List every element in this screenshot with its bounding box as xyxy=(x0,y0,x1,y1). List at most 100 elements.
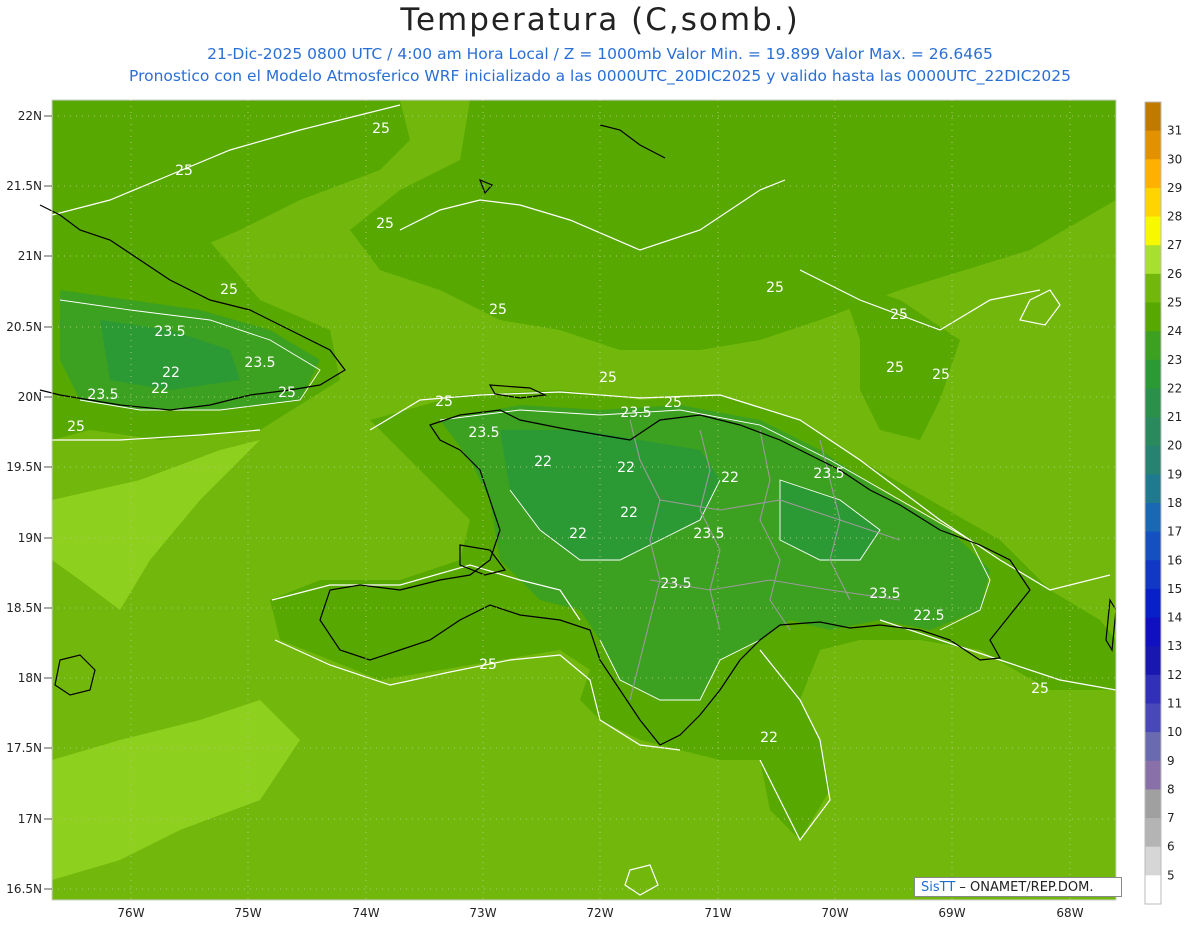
lat-label: 22N xyxy=(18,109,42,123)
contour-label: 25 xyxy=(489,302,507,318)
colorbar-swatch xyxy=(1145,503,1161,533)
colorbar-level-label: 17 xyxy=(1167,525,1182,539)
lon-label: 68W xyxy=(1056,906,1083,920)
lat-label: 17.5N xyxy=(6,741,42,755)
contour-label: 23.5 xyxy=(813,466,844,482)
colorbar-level-label: 26 xyxy=(1167,267,1182,281)
contour-label: 22 xyxy=(617,460,635,476)
colorbar-swatch xyxy=(1145,417,1161,447)
lat-label: 20N xyxy=(18,390,42,404)
colorbar-level-label: 21 xyxy=(1167,410,1182,424)
colorbar-swatch xyxy=(1145,159,1161,189)
contour-label: 25 xyxy=(67,419,85,435)
credit-label: SisTT – ONAMET/REP.DOM. xyxy=(914,877,1122,897)
contour-label: 25 xyxy=(886,360,904,376)
colorbar-level-label: 15 xyxy=(1167,582,1182,596)
contour-label: 22 xyxy=(721,470,739,486)
lat-label: 21N xyxy=(18,249,42,263)
contour-label: 22.5 xyxy=(913,608,944,624)
colorbar-level-label: 25 xyxy=(1167,296,1182,310)
colorbar-level-label: 16 xyxy=(1167,553,1182,567)
contour-label: 25 xyxy=(376,216,394,232)
lon-label: 74W xyxy=(352,906,379,920)
colorbar-swatch xyxy=(1145,359,1161,389)
contour-label: 22 xyxy=(620,505,638,521)
contour-label: 25 xyxy=(435,394,453,410)
colorbar-swatch xyxy=(1145,302,1161,332)
contour-label: 23.5 xyxy=(87,387,118,403)
lat-label: 18.5N xyxy=(6,601,42,615)
contour-label: 25 xyxy=(599,370,617,386)
lat-label: 20.5N xyxy=(6,320,42,334)
contour-label: 22 xyxy=(162,365,180,381)
contour-label: 23.5 xyxy=(693,526,724,542)
colorbar-swatch xyxy=(1145,560,1161,590)
contour-label: 25 xyxy=(220,282,238,298)
contour-label: 23.5 xyxy=(869,586,900,602)
colorbar: 31 30 29 28 27 26 25 24 23 22 21 20 19 18 17 16 15 14 13 12… xyxy=(1144,101,1182,905)
lon-label: 72W xyxy=(586,906,613,920)
colorbar-swatch xyxy=(1145,531,1161,561)
lon-label: 71W xyxy=(704,906,731,920)
contour-label: 23.5 xyxy=(244,355,275,371)
colorbar-level-label: 9 xyxy=(1167,754,1175,768)
contour-label: 25 xyxy=(278,385,296,401)
contour-label: 25 xyxy=(766,280,784,296)
contour-label: 23.5 xyxy=(660,576,691,592)
lon-label: 76W xyxy=(117,906,144,920)
temperature-map: 22N 21.5N 21N 20.5N 20N 19.5N 19N 18.5N … xyxy=(6,99,1182,920)
colorbar-swatch xyxy=(1145,674,1161,704)
colorbar-level-label: 18 xyxy=(1167,496,1182,510)
colorbar-swatch xyxy=(1145,216,1161,246)
colorbar-level-label: 6 xyxy=(1167,840,1175,854)
colorbar-level-label: 24 xyxy=(1167,324,1182,338)
colorbar-swatch xyxy=(1145,273,1161,303)
colorbar-swatch xyxy=(1145,617,1161,647)
contour-label: 25 xyxy=(664,395,682,411)
colorbar-swatch xyxy=(1145,388,1161,418)
colorbar-swatch xyxy=(1145,703,1161,733)
colorbar-level-label: 7 xyxy=(1167,811,1175,825)
lat-label: 19N xyxy=(18,531,42,545)
colorbar-swatch xyxy=(1145,474,1161,504)
colorbar-level-label: 30 xyxy=(1167,152,1182,166)
lon-label: 73W xyxy=(469,906,496,920)
colorbar-level-label: 12 xyxy=(1167,668,1182,682)
contour-label: 25 xyxy=(372,121,390,137)
colorbar-swatch xyxy=(1145,760,1161,790)
colorbar-swatch xyxy=(1145,646,1161,676)
contour-label: 25 xyxy=(479,657,497,673)
lon-labels: 76W 75W 74W 73W 72W 71W 70W 69W 68W xyxy=(117,906,1083,920)
lat-labels: 22N 21.5N 21N 20.5N 20N 19.5N 19N 18.5N … xyxy=(6,109,42,896)
contour-label: 23.5 xyxy=(620,405,651,421)
colorbar-swatch xyxy=(1145,732,1161,762)
colorbar-level-label: 28 xyxy=(1167,210,1182,224)
contour-label: 25 xyxy=(1031,681,1049,697)
lat-label: 21.5N xyxy=(6,179,42,193)
colorbar-level-label: 29 xyxy=(1167,181,1182,195)
colorbar-level-label: 8 xyxy=(1167,782,1175,796)
contour-label: 25 xyxy=(932,367,950,383)
contour-label: 23.5 xyxy=(154,324,185,340)
colorbar-swatch xyxy=(1145,331,1161,361)
colorbar-swatch xyxy=(1145,445,1161,475)
colorbar-level-label: 20 xyxy=(1167,439,1182,453)
contour-label: 22 xyxy=(534,454,552,470)
colorbar-swatch xyxy=(1145,789,1161,819)
colorbar-level-label: 13 xyxy=(1167,639,1182,653)
colorbar-swatch xyxy=(1145,187,1161,218)
colorbar-swatch xyxy=(1145,130,1161,160)
contour-label: 22 xyxy=(569,526,587,542)
lat-label: 16.5N xyxy=(6,882,42,896)
lat-label: 19.5N xyxy=(6,460,42,474)
contour-label: 25 xyxy=(175,163,193,179)
colorbar-level-label: 31 xyxy=(1167,124,1182,138)
lat-ticks xyxy=(44,115,52,890)
colorbar-level-label: 14 xyxy=(1167,611,1182,625)
contour-label: 23.5 xyxy=(468,425,499,441)
colorbar-swatch xyxy=(1145,875,1161,905)
colorbar-level-label: 10 xyxy=(1167,725,1182,739)
contour-label: 25 xyxy=(890,307,908,323)
lon-label: 70W xyxy=(821,906,848,920)
colorbar-swatch xyxy=(1145,102,1161,132)
